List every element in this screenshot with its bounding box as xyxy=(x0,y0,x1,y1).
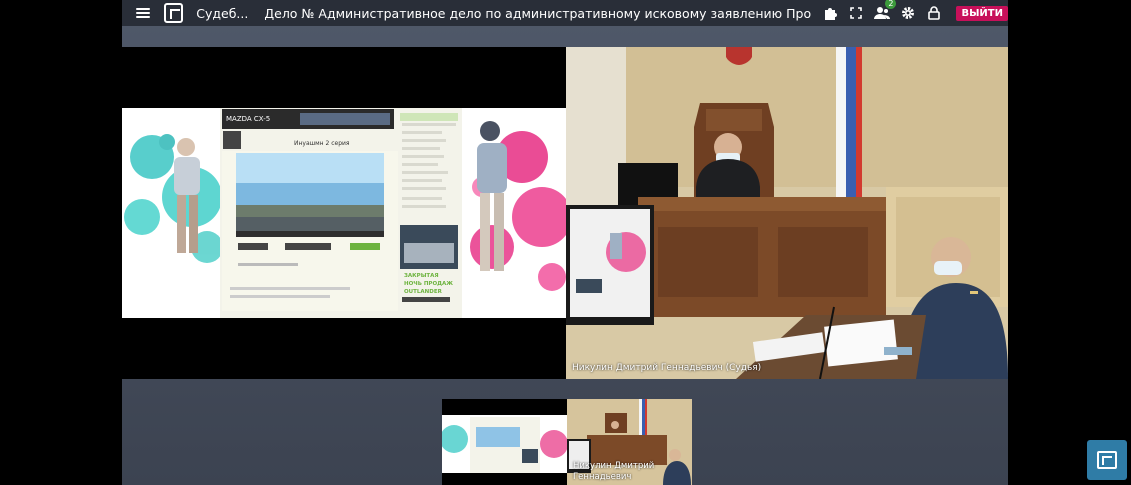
side-ad-text-3: OUTLANDER xyxy=(404,289,443,295)
shared-screen-video: MAZDA CX-5 Инуашмн 2 серия ЗАКРЫТАЯ НОЧЬ… xyxy=(122,47,572,379)
conference-stage: Судеб... Дело № Административное дело по… xyxy=(122,0,1008,485)
exit-button[interactable]: ВЫЙТИ xyxy=(956,5,1008,21)
ad-banner-text: MAZDA CX-5 xyxy=(226,115,270,123)
app-logo xyxy=(163,3,184,23)
speaker-name-label: Никулин Дмитрий Геннадьевич (Судья) xyxy=(572,363,762,373)
case-title: Дело № Административное дело по админист… xyxy=(264,5,812,21)
participant-thumbnails: Никулин Дмитрий Геннадьевич xyxy=(442,399,692,485)
video-title-text: Инуашмн 2 серия xyxy=(294,140,350,147)
courtroom-video: Никулин Дмитрий Геннадьевич (Судья) xyxy=(566,47,1008,379)
participants-icon[interactable]: 2 xyxy=(874,0,897,21)
lock-icon[interactable] xyxy=(926,5,942,21)
puzzle-icon[interactable] xyxy=(822,5,838,21)
thumbnail-name-line-1: Никулин Дмитрий xyxy=(573,461,655,471)
app-launcher-button[interactable] xyxy=(1087,440,1127,480)
thumbnail-courtroom[interactable]: Никулин Дмитрий Геннадьевич xyxy=(567,399,692,485)
thumbnail-shared-screen[interactable] xyxy=(442,399,567,485)
gear-icon[interactable] xyxy=(900,5,916,21)
top-toolbar: Судеб... Дело № Административное дело по… xyxy=(122,0,1008,26)
app-logo-icon xyxy=(1097,451,1117,469)
menu-icon[interactable] xyxy=(136,8,150,18)
app-name[interactable]: Судеб... xyxy=(196,6,248,21)
fullscreen-icon[interactable] xyxy=(848,5,864,21)
participants-count-badge: 2 xyxy=(885,0,897,9)
side-ad-text-2: НОЧЬ ПРОДАЖ xyxy=(404,281,453,287)
side-ad-text-1: ЗАКРЫТАЯ xyxy=(404,273,439,279)
thumbnail-name-line-2: Геннадьевич xyxy=(573,472,632,482)
